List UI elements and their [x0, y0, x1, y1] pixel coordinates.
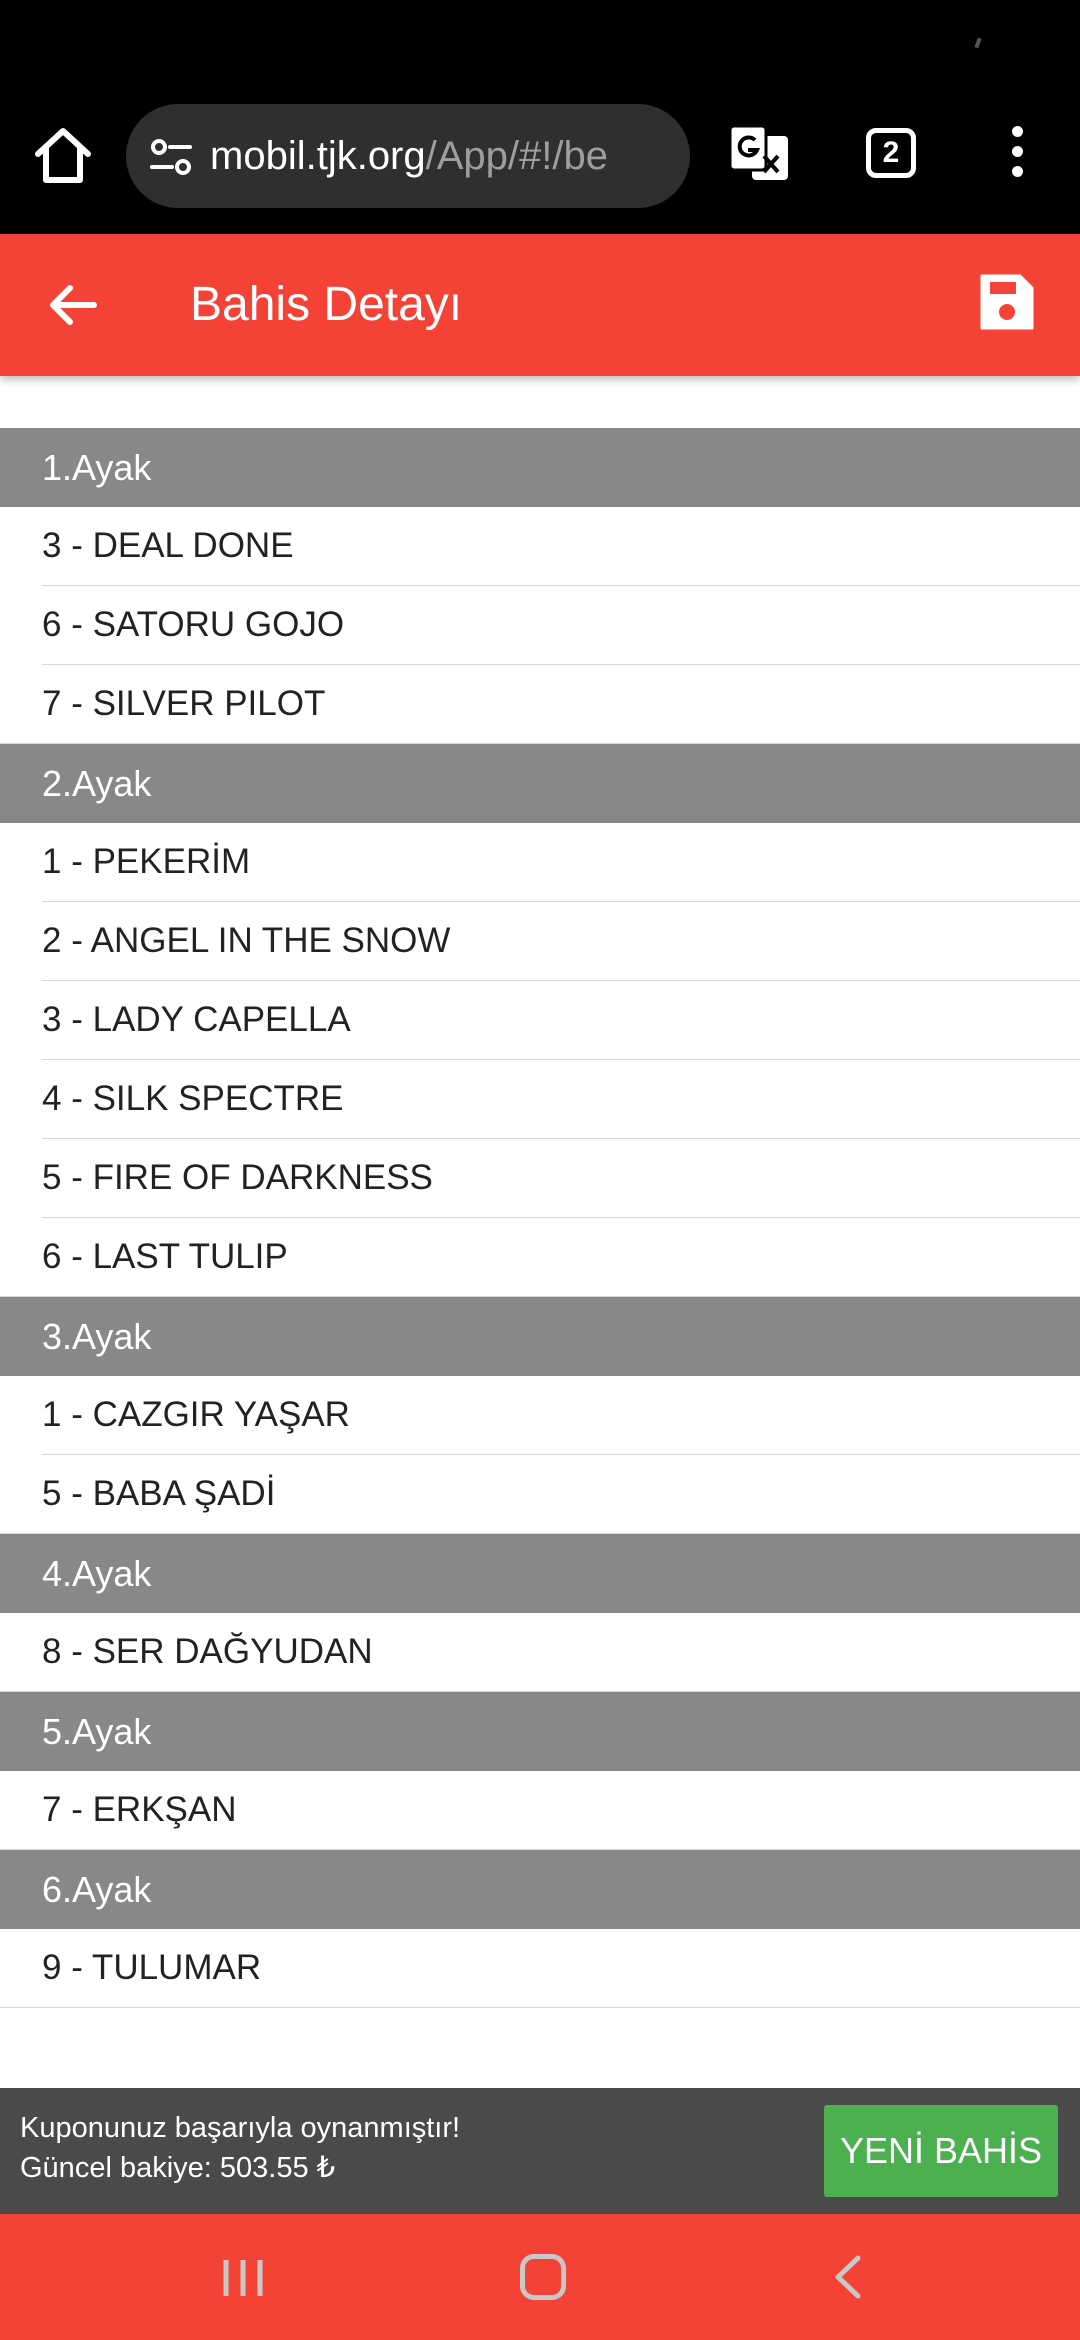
save-icon: [980, 274, 1034, 330]
leg-header: 3.Ayak: [0, 1297, 1080, 1376]
selection-item: 6 - SATORU GOJO: [42, 586, 1080, 665]
selection-item: 1 - CAZGIR YAŞAR: [42, 1376, 1080, 1455]
back-button[interactable]: [40, 272, 106, 338]
selection-item: 6 - LAST TULIP: [0, 1218, 1080, 1297]
selection-item: 7 - ERKŞAN: [0, 1771, 1080, 1850]
recents-button[interactable]: [220, 2258, 266, 2298]
url-path: /App/#!/be: [425, 134, 608, 178]
leg-header: 5.Ayak: [0, 1692, 1080, 1771]
snackbar-balance-text: Güncel bakiye: 503.55 ₺: [20, 2152, 336, 2184]
back-nav-button[interactable]: [826, 2254, 872, 2300]
snackbar-message: Kuponunuz başarıyla oynanmıştır! Güncel …: [20, 2108, 460, 2188]
translate-button[interactable]: [726, 122, 792, 188]
selection-item: 9 - TULUMAR: [0, 1929, 1080, 2008]
home-nav-button[interactable]: [520, 2254, 566, 2300]
snackbar: Kuponunuz başarıyla oynanmıştır! Güncel …: [0, 2088, 1080, 2214]
selection-item: 4 - SILK SPECTRE: [42, 1060, 1080, 1139]
chevron-left-icon: [835, 2255, 861, 2299]
bet-detail-list: 1.Ayak 3 - DEAL DONE 6 - SATORU GOJO 7 -…: [0, 428, 1080, 2008]
translate-icon: [728, 124, 788, 180]
home-button[interactable]: [28, 120, 98, 190]
tab-switcher-button[interactable]: 2: [866, 128, 916, 178]
more-vert-icon[interactable]: [1000, 120, 1034, 194]
leg-header: 1.Ayak: [0, 428, 1080, 507]
status-bar: [0, 0, 1080, 80]
snackbar-success-text: Kuponunuz başarıyla oynanmıştır!: [20, 2112, 461, 2144]
selection-item: 3 - LADY CAPELLA: [42, 981, 1080, 1060]
system-nav-bar: [0, 2214, 1080, 2340]
save-button[interactable]: [976, 270, 1036, 336]
selection-item: 5 - FIRE OF DARKNESS: [42, 1139, 1080, 1218]
leg-header: 6.Ayak: [0, 1850, 1080, 1929]
browser-toolbar: mobil.tjk.org/App/#!/be 2: [0, 80, 1080, 234]
selection-item: 7 - SILVER PILOT: [0, 665, 1080, 744]
app-header: Bahis Detayı: [0, 234, 1080, 376]
url-text: mobil.tjk.org/App/#!/be: [210, 104, 680, 208]
selection-item: 1 - PEKERİM: [42, 823, 1080, 902]
address-bar[interactable]: mobil.tjk.org/App/#!/be: [126, 104, 690, 208]
recents-icon: [223, 2260, 263, 2296]
selection-item: 5 - BABA ŞADİ: [0, 1455, 1080, 1534]
home-icon: [35, 128, 91, 183]
status-indicator: [974, 37, 982, 49]
page-title: Bahis Detayı: [190, 278, 463, 331]
new-bet-button[interactable]: YENİ BAHİS: [824, 2105, 1058, 2197]
arrow-left-icon: [50, 285, 97, 325]
selection-item: 3 - DEAL DONE: [42, 507, 1080, 586]
selection-item: 8 - SER DAĞYUDAN: [0, 1613, 1080, 1692]
leg-header: 4.Ayak: [0, 1534, 1080, 1613]
tune-icon[interactable]: [148, 134, 194, 180]
leg-header: 2.Ayak: [0, 744, 1080, 823]
selection-item: 2 - ANGEL IN THE SNOW: [42, 902, 1080, 981]
url-host: mobil.tjk.org: [210, 134, 426, 178]
